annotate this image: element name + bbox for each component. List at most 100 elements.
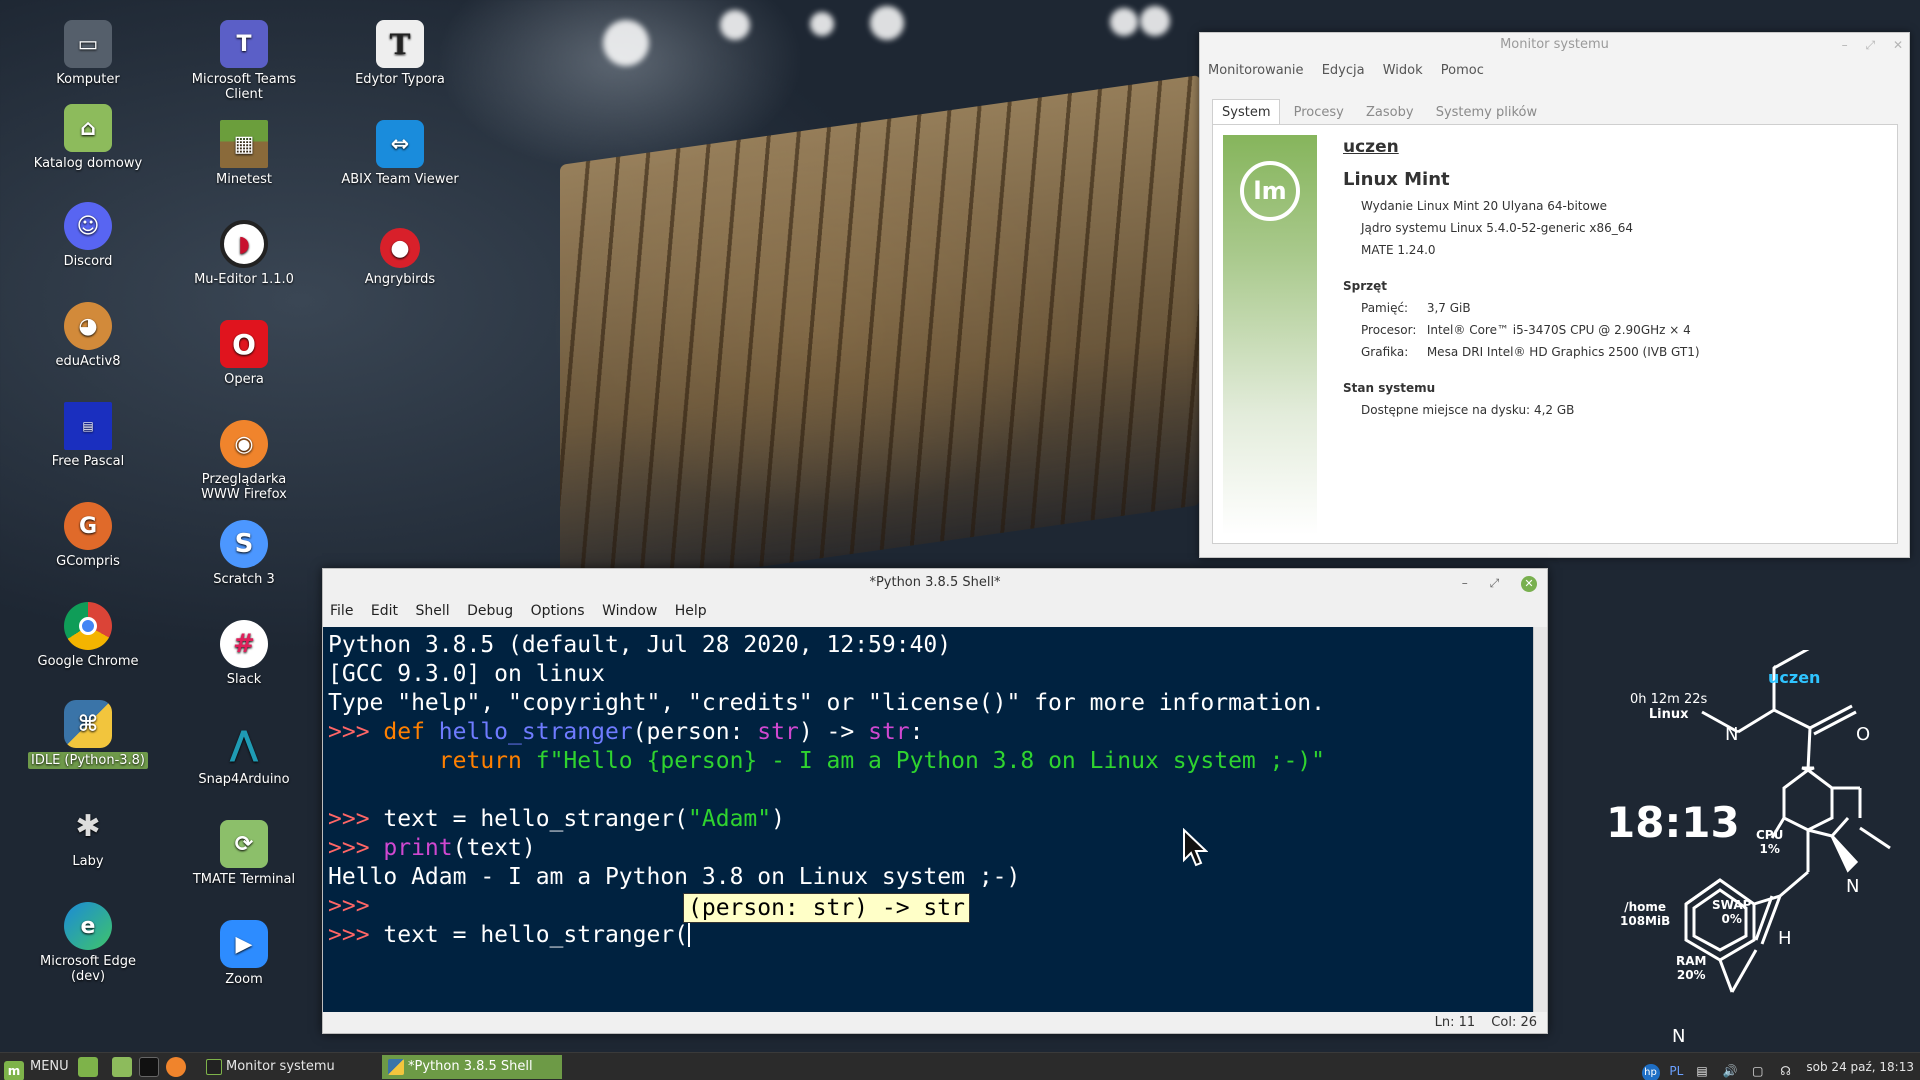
wallpaper-bokeh [1140, 6, 1170, 36]
conky-swap: SWAP 0% [1712, 898, 1752, 926]
desktop-icon-edge-dev[interactable]: e Microsoft Edge (dev) [28, 902, 148, 984]
desktop-icon-typora[interactable]: T Edytor Typora [340, 20, 460, 87]
desktop-icon-free-pascal[interactable]: ▤ Free Pascal [28, 402, 148, 469]
desktop-icon-katalog-domowy[interactable]: ⌂ Katalog domowy [28, 104, 148, 171]
keyboard-layout[interactable]: PL [1669, 1062, 1683, 1080]
desktop-icon-label: Przeglądarka WWW Firefox [201, 472, 287, 502]
status-bar: Ln: 11 Col: 26 [323, 1012, 1547, 1034]
task-python-shell[interactable]: *Python 3.8.5 Shell [382, 1055, 562, 1079]
menu-edycja[interactable]: Edycja [1322, 63, 1365, 78]
desktop-icon-zoom[interactable]: ▶ Zoom [184, 920, 304, 987]
file-manager-icon[interactable] [112, 1057, 132, 1077]
desktop-icon-idle[interactable]: ⌘ IDLE (Python-3.8) [28, 700, 148, 769]
zoom-icon: ▶ [220, 920, 268, 968]
desktop-icon-eduactiv8[interactable]: ◕ eduActiv8 [28, 302, 148, 369]
opera-icon: O [220, 320, 268, 368]
teamviewer-icon: ⇔ [376, 120, 424, 168]
wallpaper-bokeh [1110, 8, 1138, 36]
desktop-icon-opera[interactable]: O Opera [184, 320, 304, 387]
desktop-icon-minetest[interactable]: ▦ Minetest [184, 120, 304, 187]
maximize-icon[interactable]: ⤢ [1490, 576, 1500, 590]
wallpaper-bokeh [870, 6, 904, 40]
menu-help[interactable]: Help [675, 603, 707, 619]
shell-line: >>> text = hello_stranger("Adam") [328, 806, 785, 832]
tab-procesy[interactable]: Procesy [1285, 100, 1353, 126]
minimize-icon[interactable]: – [1462, 576, 1468, 590]
close-icon[interactable]: ✕ [1521, 576, 1537, 592]
volume-icon[interactable]: 🔊 [1721, 1062, 1739, 1080]
python-shell-window[interactable]: *Python 3.8.5 Shell* – ⤢ ✕ File Edit She… [322, 568, 1548, 1034]
desktop-icon-snap4arduino[interactable]: ⋀ Snap4Arduino [184, 720, 304, 788]
system-tray: hp PL ▤ 🔊 ▢ ☊ sob 24 paź, 18:13 [1636, 1053, 1914, 1080]
desktop-icon-teamviewer[interactable]: ⇔ ABIX Team Viewer [340, 120, 460, 187]
desktop-icon-komputer[interactable]: ▭ Komputer [28, 20, 148, 87]
home-folder-icon: ⌂ [64, 104, 112, 152]
window-titlebar[interactable]: Monitor systemu – ⤢ ✕ [1200, 33, 1909, 57]
notifications-icon[interactable]: ☊ [1777, 1062, 1795, 1080]
clipboard-icon[interactable]: ▤ [1693, 1062, 1711, 1080]
linux-mint-menu-icon: m [4, 1061, 24, 1080]
snap4arduino-icon: ⋀ [229, 723, 259, 764]
kernel-version: Jądro systemu Linux 5.4.0-52-generic x86… [1361, 221, 1634, 235]
tab-systemy-plikow[interactable]: Systemy plików [1427, 100, 1546, 126]
desktop-icon-gcompris[interactable]: G GCompris [28, 502, 148, 569]
firefox-icon[interactable] [166, 1057, 186, 1077]
menu-debug[interactable]: Debug [467, 603, 513, 619]
menu-window[interactable]: Window [602, 603, 657, 619]
desktop-icon-google-chrome[interactable]: Google Chrome [28, 602, 148, 669]
atom-nitrogen: N [1846, 876, 1860, 897]
desktop-icon-scratch[interactable]: S Scratch 3 [184, 520, 304, 587]
menu-widok[interactable]: Widok [1383, 63, 1423, 78]
terminal-icon[interactable] [139, 1057, 159, 1077]
desktop-icon-label: Snap4Arduino [198, 772, 290, 787]
menu-monitorowanie[interactable]: Monitorowanie [1208, 63, 1304, 78]
tab-bar: System Procesy Zasoby Systemy plików [1212, 99, 1546, 126]
menu-pomoc[interactable]: Pomoc [1441, 63, 1484, 78]
task-monitor-systemu[interactable]: Monitor systemu [200, 1055, 380, 1079]
conky-home: /home 108MiB [1620, 900, 1671, 928]
shell-text-area[interactable]: Python 3.8.5 (default, Jul 28 2020, 12:5… [323, 627, 1533, 1012]
desktop-icon-teams[interactable]: T Microsoft Teams Client [184, 20, 304, 102]
minimize-icon[interactable]: – [1842, 38, 1848, 52]
desktop-icon-laby[interactable]: ✱ Laby [28, 802, 148, 869]
system-monitor-icon [206, 1059, 222, 1075]
menu-edit[interactable]: Edit [371, 603, 398, 619]
desktop-icon-label: Google Chrome [37, 654, 139, 669]
start-menu-button[interactable]: m MENU [4, 1053, 69, 1080]
wallpaper-books [560, 75, 1200, 595]
menu-shell[interactable]: Shell [415, 603, 449, 619]
vertical-scrollbar[interactable] [1533, 627, 1547, 1012]
slack-icon: # [220, 620, 268, 668]
taskbar-clock[interactable]: sob 24 paź, 18:13 [1806, 1060, 1914, 1074]
close-icon[interactable]: ✕ [1893, 38, 1903, 52]
teams-icon: T [220, 20, 268, 68]
edge-dev-icon: e [64, 902, 112, 950]
desktop-icon-discord[interactable]: ☺ Discord [28, 202, 148, 269]
desktop-icon-angrybirds[interactable]: ● Angrybirds [340, 220, 460, 287]
desktop-icon-mu-editor[interactable]: ◗ Mu-Editor 1.1.0 [184, 220, 304, 287]
menu-options[interactable]: Options [531, 603, 585, 619]
desktop-icon-tmate[interactable]: ⟳ TMATE Terminal [184, 820, 304, 887]
window-titlebar[interactable]: *Python 3.8.5 Shell* – ⤢ ✕ [323, 569, 1547, 597]
desktop-icon-label: Scratch 3 [213, 572, 275, 587]
username: uczen [1343, 137, 1399, 157]
shell-prompt: >>> [328, 806, 384, 832]
hp-printer-icon[interactable]: hp [1641, 1064, 1660, 1080]
shell-line: Type "help", "copyright", "credits" or "… [328, 690, 1325, 716]
atom-oxygen: O [1856, 724, 1871, 745]
system-monitor-window[interactable]: Monitor systemu – ⤢ ✕ Monitorowanie Edyc… [1199, 32, 1910, 558]
menu-file[interactable]: File [330, 603, 353, 619]
atom-nitrogen: N [1672, 1026, 1686, 1047]
maximize-icon[interactable]: ⤢ [1866, 38, 1876, 52]
network-icon[interactable]: ▢ [1749, 1062, 1767, 1080]
tab-zasoby[interactable]: Zasoby [1357, 100, 1423, 126]
desktop-icon-label: IDLE (Python-3.8) [28, 752, 148, 769]
shell-line: return f"Hello {person} - I am a Python … [438, 748, 1326, 774]
desktop-icon-firefox[interactable]: ◉ Przeglądarka WWW Firefox [184, 420, 304, 502]
cpu-row: Procesor: Intel® Core™ i5-3470S CPU @ 2.… [1361, 323, 1691, 337]
tab-system[interactable]: System [1212, 99, 1281, 126]
desktop-icon-slack[interactable]: # Slack [184, 620, 304, 687]
gcompris-icon: G [64, 502, 112, 550]
show-desktop-icon[interactable] [78, 1057, 98, 1077]
calltip-tooltip: (person: str) -> str [683, 893, 970, 923]
